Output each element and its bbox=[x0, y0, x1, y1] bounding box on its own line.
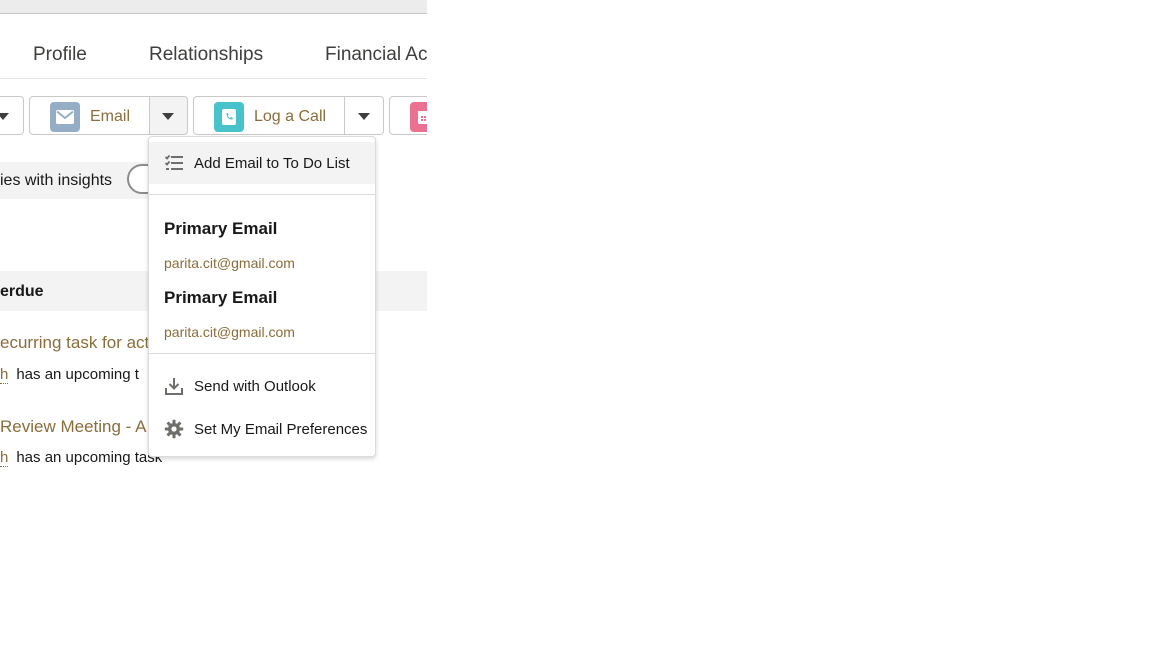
task-subtext: h has an upcoming task bbox=[0, 449, 163, 467]
menu-section-heading: Primary Email bbox=[164, 219, 278, 238]
menu-section-heading: Primary Email bbox=[164, 288, 278, 307]
envelope-icon bbox=[50, 102, 80, 132]
menu-divider bbox=[149, 353, 375, 354]
download-icon bbox=[164, 376, 184, 396]
email-address-option[interactable]: parita.cit@gmail.com bbox=[164, 324, 295, 340]
record-tabs: Profile Relationships Financial Ac bbox=[0, 14, 427, 79]
tab-profile[interactable]: Profile bbox=[33, 44, 87, 66]
menu-divider bbox=[149, 194, 375, 195]
task-subtext: h has an upcoming t bbox=[0, 366, 139, 384]
email-address-option[interactable]: parita.cit@gmail.com bbox=[164, 255, 295, 271]
tab-financial-accounts[interactable]: Financial Ac bbox=[325, 44, 427, 66]
email-dropdown-menu: Add Email to To Do List Primary Email pa… bbox=[148, 136, 376, 457]
prev-action-dropdown[interactable] bbox=[0, 96, 24, 135]
chevron-down-icon bbox=[162, 113, 174, 120]
email-action-button[interactable]: Email bbox=[29, 96, 150, 135]
menu-item-add-to-do[interactable]: Add Email to To Do List bbox=[149, 142, 375, 184]
chevron-down-icon bbox=[0, 113, 9, 120]
task-status-text: has an upcoming task bbox=[16, 449, 163, 466]
menu-item-email-preferences[interactable]: Set My Email Preferences bbox=[149, 408, 375, 450]
task-title-link[interactable]: Review Meeting - A bbox=[0, 417, 146, 437]
overdue-heading: erdue bbox=[0, 283, 44, 300]
task-owner-link[interactable]: h bbox=[0, 449, 9, 467]
menu-item-label: Add Email to To Do List bbox=[194, 155, 350, 172]
email-action-label: Email bbox=[90, 108, 131, 125]
top-scroll-bar bbox=[0, 0, 427, 14]
task-title-link[interactable]: ecurring task for act bbox=[0, 333, 149, 353]
tab-relationships[interactable]: Relationships bbox=[149, 44, 263, 66]
log-call-action-button[interactable]: Log a Call bbox=[193, 96, 345, 135]
email-dropdown-button[interactable] bbox=[149, 96, 188, 135]
menu-item-label: Send with Outlook bbox=[194, 378, 316, 395]
task-owner-link[interactable]: h bbox=[0, 366, 9, 384]
insights-toggle-label: ies with insights bbox=[0, 172, 113, 189]
task-status-text: has an upcoming t bbox=[16, 366, 139, 383]
phone-icon bbox=[214, 102, 244, 132]
log-call-action-label: Log a Call bbox=[254, 108, 327, 125]
calendar-icon bbox=[410, 102, 427, 132]
log-call-dropdown-button[interactable] bbox=[344, 96, 384, 135]
menu-item-send-with-outlook[interactable]: Send with Outlook bbox=[149, 365, 375, 407]
record-panel: Profile Relationships Financial Ac Email… bbox=[0, 0, 427, 648]
checklist-icon bbox=[164, 153, 184, 173]
gear-icon bbox=[164, 419, 184, 439]
menu-item-label: Set My Email Preferences bbox=[194, 421, 368, 438]
new-event-action-button[interactable] bbox=[389, 96, 427, 135]
chevron-down-icon bbox=[358, 113, 370, 120]
